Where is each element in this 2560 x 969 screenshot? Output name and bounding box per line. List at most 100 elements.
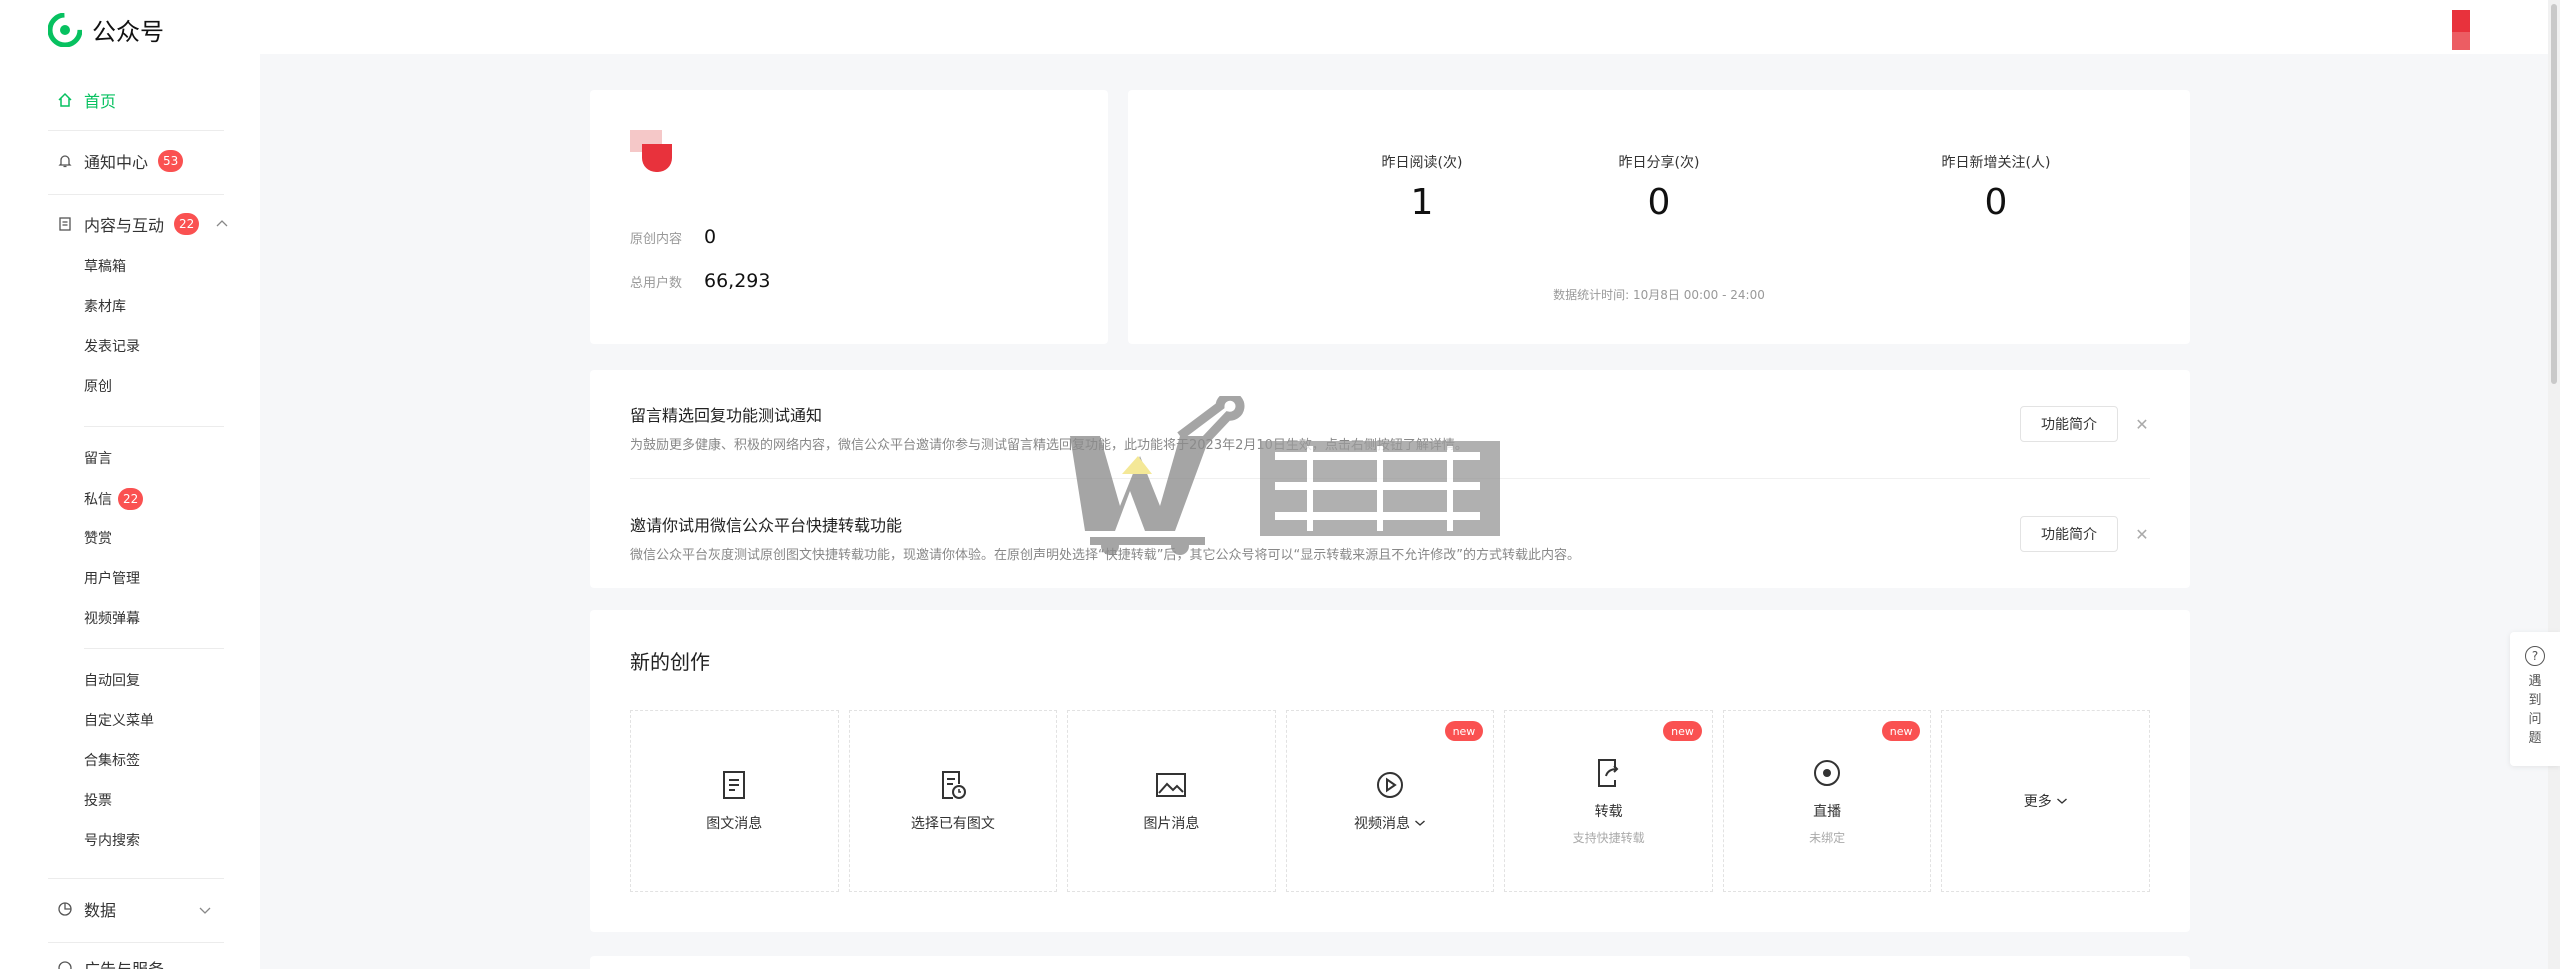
app-title: 公众号 bbox=[92, 18, 164, 46]
feature-intro-button[interactable]: 功能简介 bbox=[2020, 406, 2118, 442]
stat-shares: 昨日分享(次) 0 bbox=[1559, 152, 1759, 223]
create-tile-image-message[interactable]: 图片消息 bbox=[1067, 710, 1276, 892]
top-bar: 公众号 bbox=[0, 0, 2430, 54]
create-tile-repost[interactable]: new 转载 支持快捷转载 bbox=[1504, 710, 1713, 892]
scrollbar-thumb[interactable] bbox=[2551, 4, 2557, 384]
bell-icon bbox=[56, 152, 74, 170]
feature-intro-button[interactable]: 功能简介 bbox=[2020, 516, 2118, 552]
create-tile-select-existing-article[interactable]: 选择已有图文 bbox=[848, 710, 1058, 892]
nav-ads-services[interactable]: 广告与服务 bbox=[56, 956, 164, 969]
sidebar-item-video-danmaku-label: 视频弹幕 bbox=[84, 611, 140, 627]
play-icon bbox=[1374, 769, 1406, 801]
document-icon bbox=[56, 215, 74, 233]
create-tile-sub: 支持快捷转载 bbox=[1572, 830, 1645, 845]
account-avatar[interactable] bbox=[2430, 0, 2560, 54]
nav-data[interactable]: 数据 bbox=[56, 897, 116, 921]
create-tile-label-text: 图片消息 bbox=[1143, 816, 1200, 832]
divider bbox=[48, 878, 224, 879]
sidebar-item-custom-menu[interactable]: 自定义菜单 bbox=[84, 710, 154, 730]
notification-badge: 53 bbox=[158, 150, 184, 172]
total-users-value: 66,293 bbox=[704, 270, 771, 292]
divider bbox=[84, 648, 224, 649]
account-avatar-large[interactable] bbox=[630, 130, 672, 174]
image-icon bbox=[1155, 769, 1187, 801]
sidebar-item-vote[interactable]: 投票 bbox=[84, 790, 112, 810]
close-icon[interactable]: ✕ bbox=[2134, 415, 2150, 434]
service-icon bbox=[56, 959, 74, 969]
share-doc-icon bbox=[1593, 757, 1625, 789]
create-tile-live[interactable]: new 直播 未绑定 bbox=[1722, 710, 1932, 892]
stat-reads-label: 昨日阅读(次) bbox=[1381, 155, 1463, 171]
create-tile-label: 图片消息 bbox=[1143, 813, 1199, 833]
original-content-label: 原创内容 bbox=[630, 231, 683, 247]
chevron-down-icon bbox=[1414, 815, 1426, 831]
sidebar-item-drafts[interactable]: 草稿箱 bbox=[84, 256, 126, 276]
sidebar-item-video-danmaku[interactable]: 视频弹幕 bbox=[84, 608, 140, 628]
question-icon: ? bbox=[2525, 646, 2545, 666]
sidebar-item-comments-label: 留言 bbox=[84, 451, 112, 467]
nav-notifications[interactable]: 通知中心 53 bbox=[56, 149, 184, 173]
divider bbox=[84, 426, 224, 427]
nav-data-label: 数据 bbox=[84, 901, 117, 920]
stat-shares-label: 昨日分享(次) bbox=[1618, 155, 1700, 171]
create-tile-label: 直播 bbox=[1813, 801, 1841, 821]
original-content-value: 0 bbox=[704, 226, 717, 248]
sidebar-item-collection-tags-label: 合集标签 bbox=[84, 753, 140, 769]
sidebar-item-comments[interactable]: 留言 bbox=[84, 448, 112, 468]
nav-ads-services-label: 广告与服务 bbox=[84, 956, 164, 969]
create-tile-more[interactable]: 更多 bbox=[1941, 710, 2151, 892]
stat-reads: 昨日阅读(次) 1 bbox=[1322, 152, 1522, 223]
doc-clock-icon bbox=[937, 769, 969, 801]
create-tile-label: 更多 bbox=[2024, 791, 2068, 811]
sidebar-item-user-management[interactable]: 用户管理 bbox=[84, 568, 140, 588]
stat-reads-value: 1 bbox=[1410, 182, 1434, 223]
new-creation-title: 新的创作 bbox=[630, 650, 710, 674]
create-tile-video-message[interactable]: new 视频消息 bbox=[1285, 710, 1495, 892]
create-tile-article[interactable]: 图文消息 bbox=[630, 710, 839, 892]
sidebar: 首页 通知中心 53 内容与互动 22 数据 草稿箱 素材库 发表记录 原创 留… bbox=[0, 54, 260, 969]
chevron-down-icon bbox=[2056, 793, 2068, 809]
live-icon bbox=[1811, 757, 1843, 789]
pie-chart-icon bbox=[56, 900, 74, 918]
create-tile-label-text: 更多 bbox=[2023, 794, 2052, 810]
chevron-down-icon bbox=[198, 900, 212, 919]
sidebar-item-materials-label: 素材库 bbox=[84, 299, 126, 315]
sidebar-item-original-label: 原创 bbox=[84, 379, 112, 395]
create-tile-label: 选择已有图文 bbox=[911, 813, 995, 833]
sidebar-item-publish-records-label: 发表记录 bbox=[84, 339, 140, 355]
divider bbox=[48, 194, 224, 195]
sidebar-item-private-messages-label: 私信 bbox=[84, 492, 112, 508]
sidebar-item-original[interactable]: 原创 bbox=[84, 376, 112, 396]
sidebar-item-in-account-search-label: 号内搜索 bbox=[84, 833, 140, 849]
original-content-row: 原创内容 0 bbox=[630, 226, 716, 248]
create-tile-sub: 未绑定 bbox=[1809, 830, 1846, 845]
sidebar-item-auto-reply-label: 自动回复 bbox=[84, 673, 140, 689]
create-tile-label: 视频消息 bbox=[1354, 813, 1426, 833]
yesterday-stats-card: 昨日阅读(次) 1 昨日分享(次) 0 昨日新增关注(人) 0 数据统计时间: … bbox=[1128, 90, 2190, 344]
divider bbox=[48, 130, 224, 131]
sidebar-item-auto-reply[interactable]: 自动回复 bbox=[84, 670, 140, 690]
sidebar-item-collection-tags[interactable]: 合集标签 bbox=[84, 750, 140, 770]
creation-tiles: 图文消息 选择已有图文 图片消息 new 视频消息 new 转载 支持快捷转载 new 直播 未绑定… bbox=[630, 710, 2151, 892]
watermark-logo bbox=[1070, 396, 1500, 555]
nav-content[interactable]: 内容与互动 22 bbox=[56, 212, 229, 236]
doc-icon bbox=[718, 769, 750, 801]
nav-home[interactable]: 首页 bbox=[56, 88, 116, 112]
sidebar-item-publish-records[interactable]: 发表记录 bbox=[84, 336, 140, 356]
sidebar-item-materials[interactable]: 素材库 bbox=[84, 296, 126, 316]
nav-home-label: 首页 bbox=[84, 92, 117, 111]
sidebar-item-custom-menu-label: 自定义菜单 bbox=[84, 713, 154, 729]
logo[interactable]: 公众号 bbox=[48, 12, 164, 47]
sidebar-item-in-account-search[interactable]: 号内搜索 bbox=[84, 830, 140, 850]
stat-new-follows-value: 0 bbox=[1984, 182, 2008, 223]
divider bbox=[48, 942, 224, 943]
help-button[interactable]: ? 遇到问题 bbox=[2510, 632, 2560, 766]
sidebar-item-private-messages-badge: 22 bbox=[118, 488, 144, 510]
sidebar-item-rewards-label: 赞赏 bbox=[84, 531, 112, 547]
total-users-label: 总用户数 bbox=[630, 275, 683, 291]
stats-time-note: 数据统计时间: 10月8日 00:00 - 24:00 bbox=[1553, 288, 1765, 302]
close-icon[interactable]: ✕ bbox=[2134, 525, 2150, 544]
sidebar-item-private-messages[interactable]: 私信 22 bbox=[84, 488, 144, 510]
sidebar-item-rewards[interactable]: 赞赏 bbox=[84, 528, 112, 548]
help-label: 遇到问题 bbox=[2528, 674, 2542, 746]
